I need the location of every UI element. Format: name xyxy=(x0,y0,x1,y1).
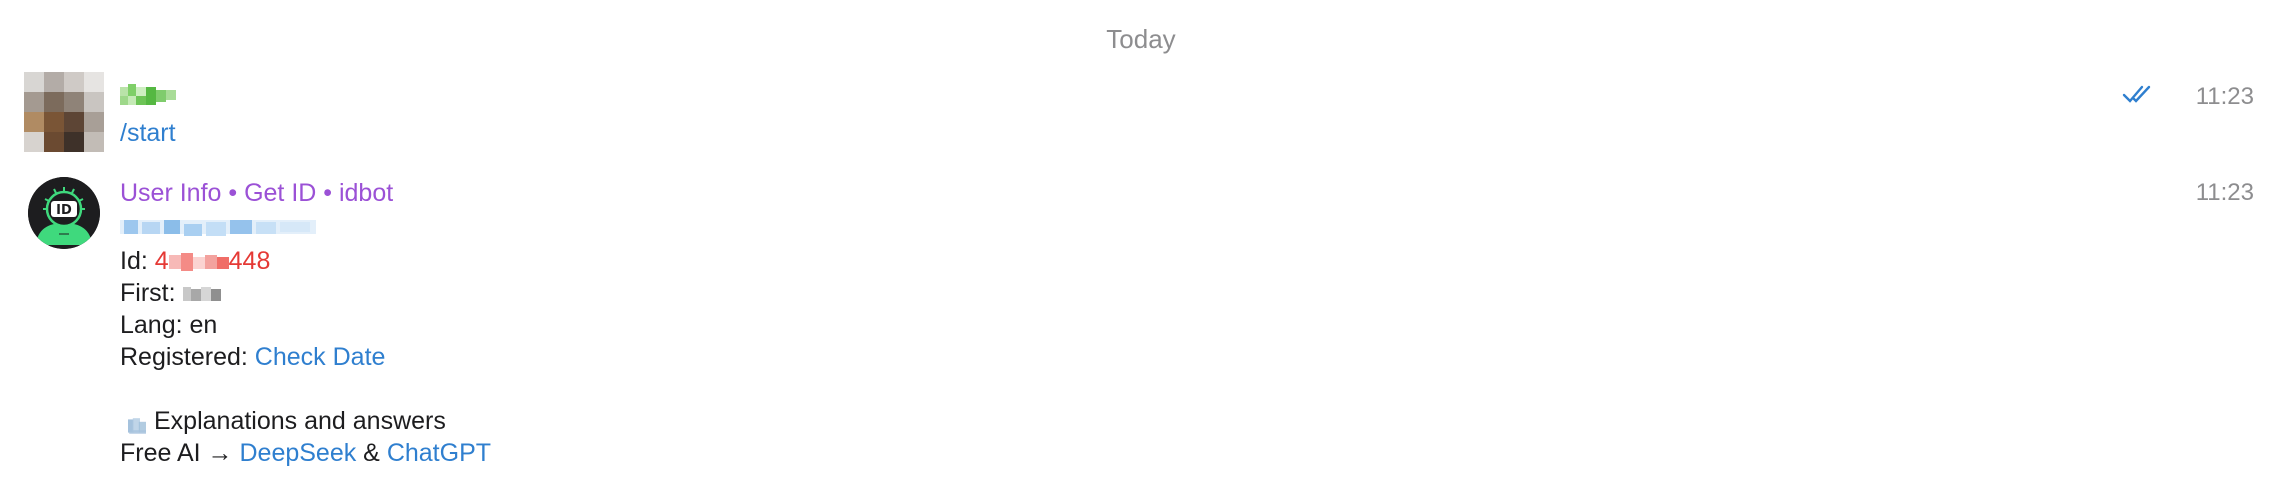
registered-line: Registered: Check Date xyxy=(120,341,385,373)
registered-label: Registered: xyxy=(120,343,255,371)
id-label: Id: xyxy=(120,247,155,275)
blurred-username-line[interactable] xyxy=(120,214,316,246)
explanations-text: Explanations and answers xyxy=(154,407,446,435)
user-avatar[interactable] xyxy=(24,72,104,152)
lang-line: Lang: en xyxy=(120,311,218,339)
deepseek-link[interactable]: DeepSeek xyxy=(239,439,356,467)
chatgpt-link[interactable]: ChatGPT xyxy=(387,439,491,467)
check-date-link[interactable]: Check Date xyxy=(255,343,386,371)
id-value-start[interactable]: 4 xyxy=(155,247,169,275)
chat-view: Today /start 11:23 ID User Info • Get ID… xyxy=(0,0,2274,484)
id-line: Id: 4 448 xyxy=(120,245,270,277)
id-value-end[interactable]: 448 xyxy=(229,247,271,275)
message-time: 11:23 xyxy=(2195,83,2254,110)
books-emoji-icon xyxy=(128,418,146,434)
blurred-name-image xyxy=(120,84,176,105)
blurred-id-digits xyxy=(168,253,229,272)
double-check-icon xyxy=(2122,85,2151,103)
blurred-username-image xyxy=(120,220,316,236)
bot-sender-name[interactable]: User Info • Get ID • idbot xyxy=(120,178,393,208)
ampersand: & xyxy=(356,439,387,467)
explanations-line: Explanations and answers xyxy=(120,405,446,437)
first-name-line: First: xyxy=(120,277,223,309)
bot-avatar[interactable]: ID xyxy=(28,177,100,249)
user-name-blurred[interactable] xyxy=(120,84,178,115)
command-message-text[interactable]: /start xyxy=(120,117,176,149)
first-label: First: xyxy=(120,279,183,307)
free-ai-prefix: Free AI → xyxy=(120,439,240,467)
day-separator: Today xyxy=(1106,24,1176,54)
free-ai-line: Free AI → DeepSeek & ChatGPT xyxy=(120,437,491,469)
svg-text:ID: ID xyxy=(56,203,72,218)
message-time: 11:23 xyxy=(2195,179,2254,206)
blurred-first-name xyxy=(182,287,221,302)
bot-id-avatar-icon: ID xyxy=(28,177,100,249)
